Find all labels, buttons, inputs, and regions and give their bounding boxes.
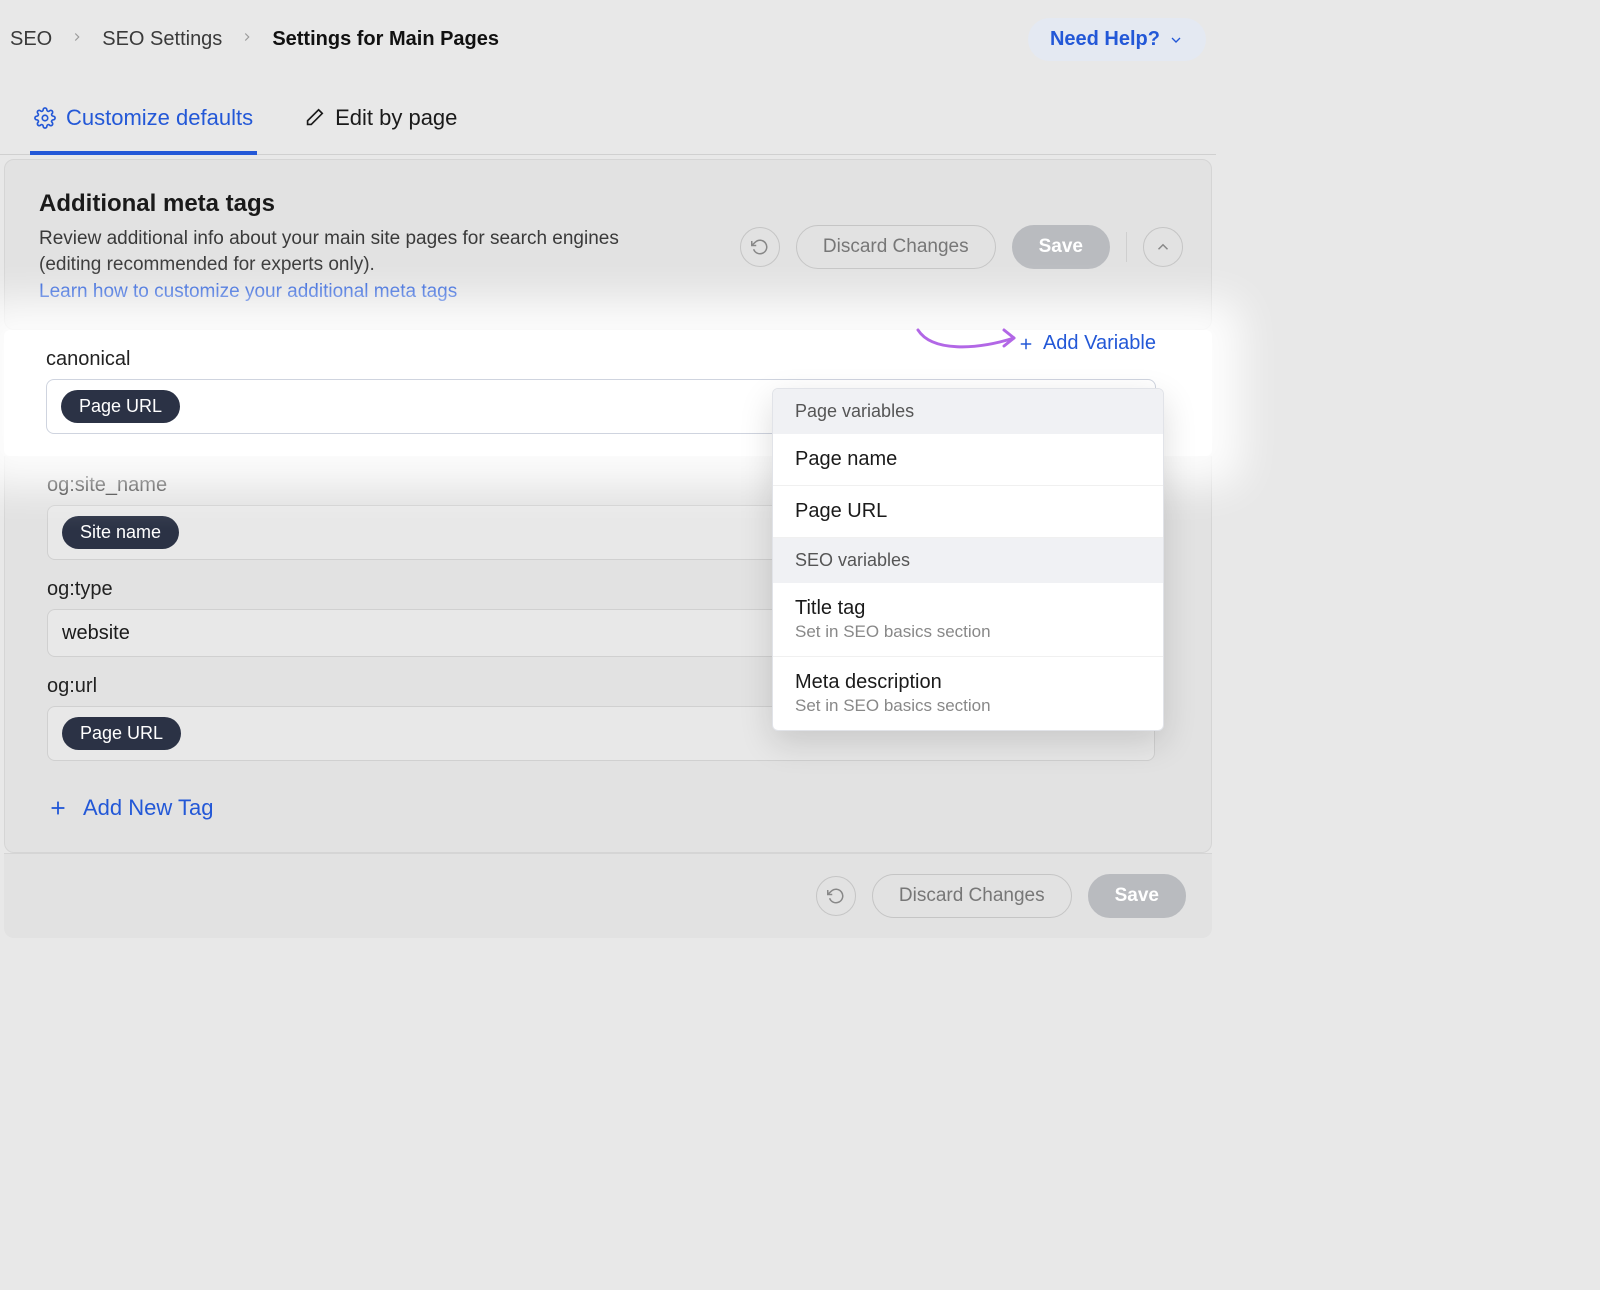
dropdown-item-title-tag[interactable]: Title tag Set in SEO basics section (773, 583, 1163, 657)
discard-changes-button-footer[interactable]: Discard Changes (872, 874, 1072, 918)
dropdown-item-subtitle: Set in SEO basics section (795, 622, 1141, 642)
dropdown-item-meta-description[interactable]: Meta description Set in SEO basics secti… (773, 657, 1163, 730)
plus-icon (47, 797, 69, 819)
dropdown-item-page-url[interactable]: Page URL (773, 486, 1163, 538)
undo-icon (751, 238, 769, 256)
undo-icon (827, 887, 845, 905)
undo-button-footer[interactable] (816, 876, 856, 916)
variable-dropdown: Page variables Page name Page URL SEO va… (772, 388, 1164, 731)
plus-icon (1017, 335, 1035, 353)
save-button[interactable]: Save (1012, 225, 1110, 269)
chevron-up-icon (1154, 238, 1172, 256)
tab-edit-by-page[interactable]: Edit by page (299, 97, 461, 155)
pencil-icon (303, 107, 325, 129)
tab-edit-by-page-label: Edit by page (335, 105, 457, 131)
gear-icon (34, 107, 56, 129)
add-variable-label: Add Variable (1043, 332, 1156, 355)
need-help-label: Need Help? (1050, 28, 1160, 51)
discard-changes-button[interactable]: Discard Changes (796, 225, 996, 269)
breadcrumb: SEO SEO Settings Settings for Main Pages (10, 28, 499, 51)
dropdown-item-page-name[interactable]: Page name (773, 434, 1163, 486)
variable-chip-site-name[interactable]: Site name (62, 516, 179, 549)
dropdown-item-title: Meta description (795, 671, 942, 693)
meta-label-canonical: canonical (46, 348, 1156, 371)
meta-row-canonical: Add Variable canonical Page URL Page var… (4, 330, 1212, 456)
footer-bar: Discard Changes Save (4, 853, 1212, 938)
meta-value-og-type: website (62, 622, 130, 645)
crumb-seo[interactable]: SEO (10, 28, 52, 51)
tab-customize-label: Customize defaults (66, 105, 253, 131)
dropdown-group-seo-variables: SEO variables (773, 538, 1163, 583)
variable-chip-page-url[interactable]: Page URL (61, 390, 180, 423)
dropdown-group-page-variables: Page variables (773, 389, 1163, 434)
add-new-tag-label: Add New Tag (83, 795, 213, 821)
tab-customize-defaults[interactable]: Customize defaults (30, 97, 257, 155)
save-button-footer[interactable]: Save (1088, 874, 1186, 918)
collapse-button[interactable] (1143, 227, 1183, 267)
chevron-down-icon (1168, 32, 1184, 48)
learn-more-link[interactable]: Learn how to customize your additional m… (39, 281, 679, 303)
add-variable-link[interactable]: Add Variable (1017, 332, 1156, 355)
chevron-right-icon (70, 30, 84, 49)
divider (1126, 232, 1127, 262)
add-new-tag-link[interactable]: Add New Tag (47, 795, 213, 821)
crumb-seo-settings[interactable]: SEO Settings (102, 28, 222, 51)
section-title: Additional meta tags (39, 190, 679, 218)
section-description: Review additional info about your main s… (39, 226, 679, 277)
dropdown-item-title: Title tag (795, 597, 865, 619)
need-help-button[interactable]: Need Help? (1028, 18, 1206, 61)
tabs: Customize defaults Edit by page (0, 87, 1216, 155)
section-header: Additional meta tags Review additional i… (4, 159, 1212, 330)
variable-chip-page-url[interactable]: Page URL (62, 717, 181, 750)
crumb-current: Settings for Main Pages (272, 28, 499, 51)
dropdown-item-subtitle: Set in SEO basics section (795, 696, 1141, 716)
undo-button[interactable] (740, 227, 780, 267)
chevron-right-icon (240, 30, 254, 49)
